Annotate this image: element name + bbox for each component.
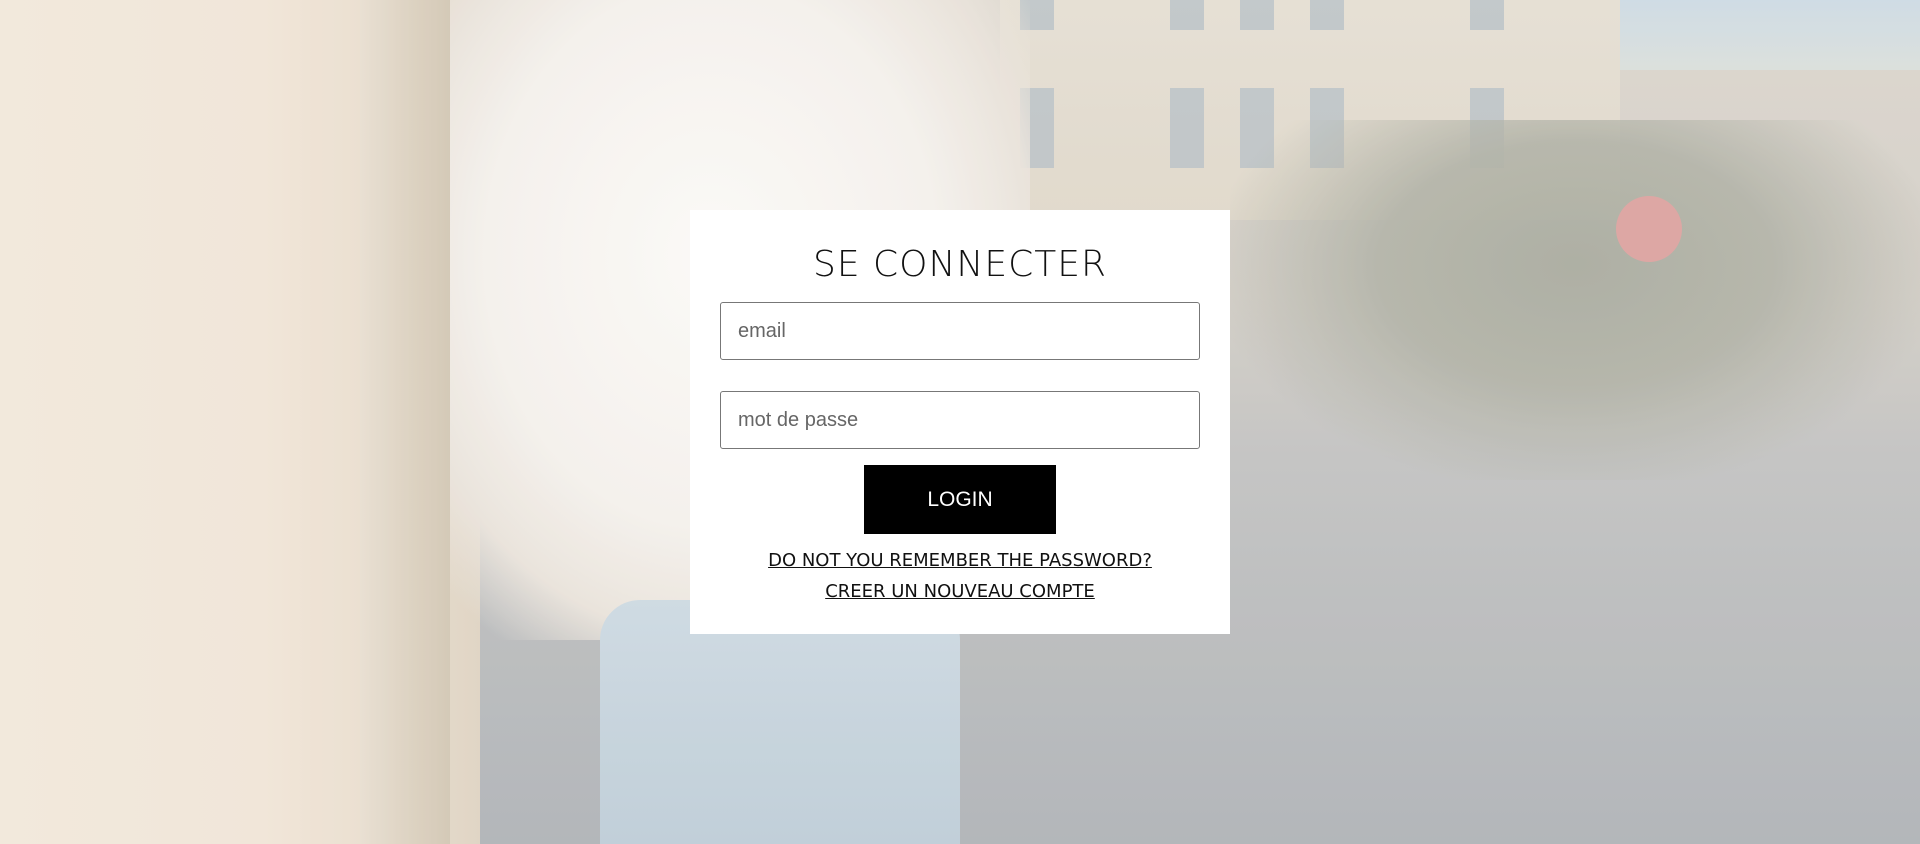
login-button[interactable]: LOGIN: [864, 465, 1056, 534]
email-input[interactable]: [720, 302, 1200, 360]
password-input[interactable]: [720, 391, 1200, 449]
create-account-link[interactable]: CREER UN NOUVEAU COMPTE: [690, 581, 1230, 602]
forgot-password-link[interactable]: DO NOT YOU REMEMBER THE PASSWORD?: [690, 550, 1230, 571]
login-card: SE CONNECTER LOGIN DO NOT YOU REMEMBER T…: [690, 210, 1230, 634]
login-title: SE CONNECTER: [812, 244, 1107, 285]
